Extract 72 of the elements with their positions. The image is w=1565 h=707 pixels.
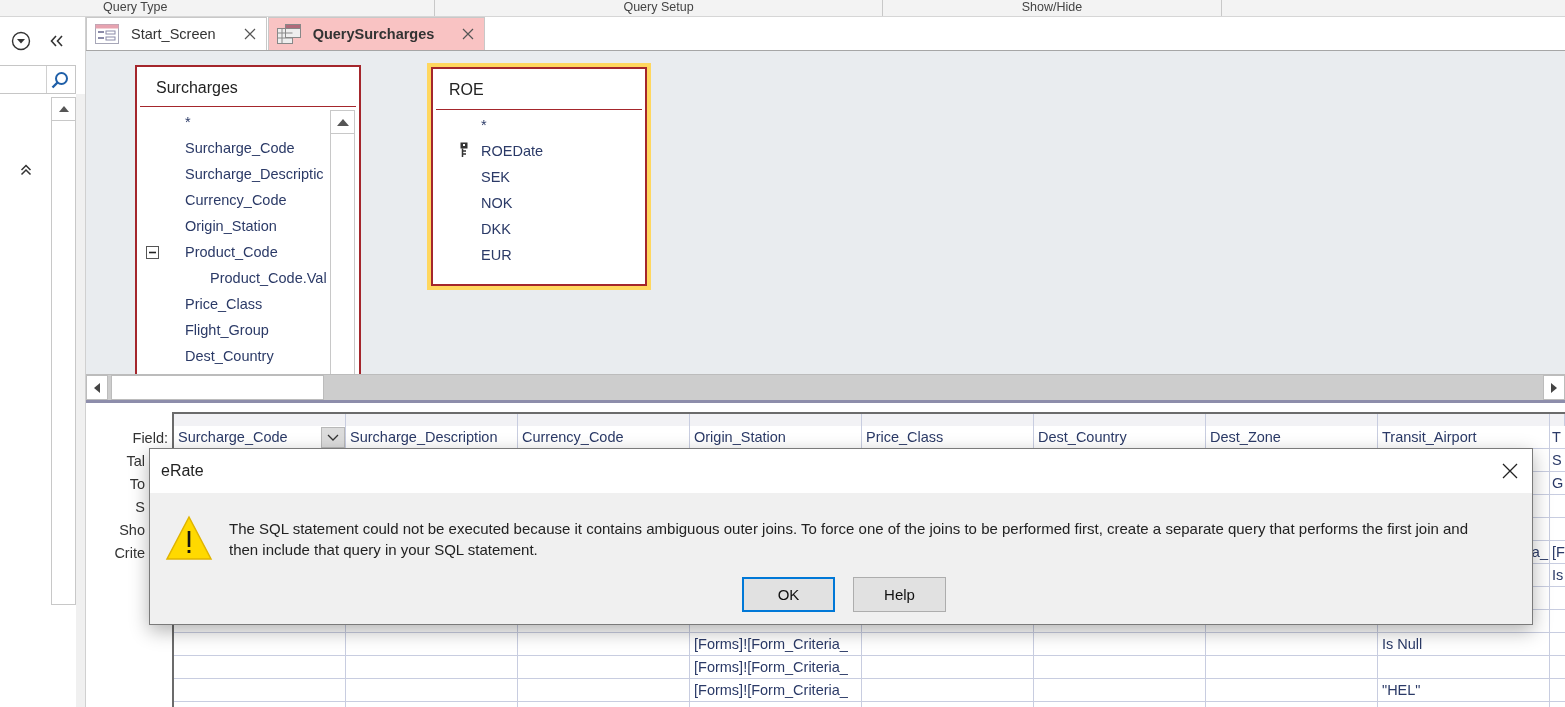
scroll-right-icon[interactable] xyxy=(1551,382,1557,393)
field-name[interactable]: Origin_Station xyxy=(137,218,277,234)
grid-cell[interactable]: Price_Class xyxy=(862,426,1034,449)
close-icon[interactable] xyxy=(1502,463,1518,479)
field-name[interactable]: Surcharge_Descriptic xyxy=(137,166,324,182)
form-icon xyxy=(95,24,119,44)
row-label: Field: xyxy=(132,429,168,446)
dropdown-button[interactable] xyxy=(321,426,345,448)
field-name[interactable]: NOK xyxy=(433,195,513,211)
row-label: Tal xyxy=(126,452,145,469)
grid-cell[interactable]: [F xyxy=(1550,541,1565,564)
scroll-up-icon[interactable] xyxy=(336,118,349,126)
row-label: S xyxy=(135,498,145,515)
field-name[interactable]: Price_Class xyxy=(137,296,263,312)
document-tab[interactable]: QuerySurcharges xyxy=(267,17,486,50)
collapse-icon[interactable] xyxy=(50,35,64,47)
field-name[interactable]: DKK xyxy=(433,221,511,237)
expand-up-icon[interactable] xyxy=(19,164,32,176)
search-icon xyxy=(51,70,69,89)
field-name[interactable]: Product_Code.Val xyxy=(137,270,327,286)
grid-cell[interactable]: Transit_Airport xyxy=(1378,426,1550,449)
caret-down-icon xyxy=(327,433,339,441)
field-name[interactable]: Product_Code xyxy=(137,244,278,260)
warning-icon xyxy=(165,514,213,562)
error-message: The SQL statement could not be executed because it contains ambiguous outer joins. To force one of the joins to be performed first, create a separate query that performs the first join and then include that query in your SQL statement. xyxy=(229,519,1470,560)
close-icon[interactable] xyxy=(243,28,256,40)
ribbon-group-label: Query Type xyxy=(103,0,168,14)
table-title: Surcharges xyxy=(140,67,356,107)
scrollbar-thumb[interactable] xyxy=(111,375,324,400)
field-name[interactable]: Currency_Code xyxy=(137,192,287,208)
grid-cell[interactable]: Origin_Station xyxy=(690,426,862,449)
search-field[interactable] xyxy=(0,65,76,94)
grid-cell[interactable]: Is xyxy=(1550,564,1565,587)
document-tab[interactable]: Start_Screen xyxy=(86,17,267,50)
scrollbar[interactable] xyxy=(51,97,77,605)
field-name[interactable]: * xyxy=(433,117,487,133)
field-name[interactable]: Surcharge_Code xyxy=(137,140,295,156)
grid-cell[interactable]: T xyxy=(1550,426,1565,449)
grid-cell[interactable]: Dest_Zone xyxy=(1206,426,1378,449)
row-label: To xyxy=(129,475,145,492)
help-button[interactable]: Help xyxy=(853,577,946,612)
field-name[interactable]: ROEDate xyxy=(433,143,544,159)
field-name[interactable]: SEK xyxy=(433,169,510,185)
grid-cell[interactable]: [Forms]![Form_Criteria_ xyxy=(690,656,862,679)
ribbon-group-label: Query Setup xyxy=(623,0,694,14)
grid-cell[interactable]: [Forms]![Form_Criteria_ xyxy=(690,633,862,656)
scroll-left-icon[interactable] xyxy=(94,382,100,393)
row-label: Sho xyxy=(119,521,145,538)
field-name[interactable]: Dest_Country xyxy=(137,348,274,364)
grid-cell[interactable]: Surcharge_Code xyxy=(174,426,346,449)
table-title: ROE xyxy=(436,69,642,110)
field-name[interactable]: EUR xyxy=(433,247,512,263)
scroll-up-icon[interactable] xyxy=(58,106,69,112)
field-name[interactable]: * xyxy=(137,114,191,130)
field-name[interactable]: Flight_Group xyxy=(137,322,269,338)
horizontal-scrollbar[interactable] xyxy=(86,374,1565,400)
grid-cell[interactable]: "HEL" xyxy=(1378,679,1550,702)
dialog-title: eRate xyxy=(161,462,204,480)
row-label: Crite xyxy=(114,544,145,561)
grid-cell[interactable]: Surcharge_Description xyxy=(346,426,518,449)
grid-cell[interactable]: [Forms]![Form_Criteria_ xyxy=(690,679,862,702)
ok-button[interactable]: OK xyxy=(742,577,835,612)
grid-cell[interactable]: S xyxy=(1550,449,1565,472)
dropdown-circle-icon[interactable] xyxy=(11,31,31,51)
grid-cell[interactable]: Is Null xyxy=(1378,633,1550,656)
grid-cell[interactable]: Dest_Country xyxy=(1034,426,1206,449)
datasheet-icon xyxy=(276,24,301,44)
collapse-box-icon[interactable] xyxy=(146,246,159,259)
table-field-list[interactable]: Surcharges * Surcharge_Code Surcharge_Descriptic Currency_Code Origin_Station Product_Code Product_Code.Val Price_Class Flight_Group Dest_Country xyxy=(135,65,361,374)
grid-cell[interactable]: G xyxy=(1550,472,1565,495)
grid-cell[interactable]: Currency_Code xyxy=(518,426,690,449)
ribbon-group-label: Show/Hide xyxy=(1021,0,1083,14)
